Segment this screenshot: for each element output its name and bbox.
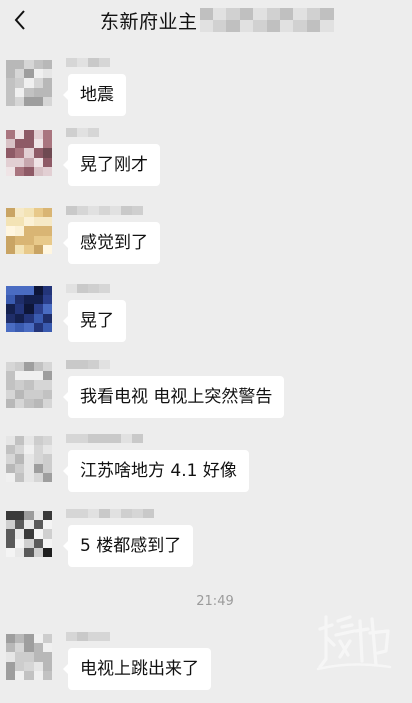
avatar[interactable] bbox=[6, 362, 52, 408]
title-redaction bbox=[199, 8, 334, 32]
chevron-left-icon bbox=[14, 10, 25, 30]
sender-name-redacted bbox=[66, 284, 110, 294]
chao-news-logo-icon bbox=[316, 615, 392, 671]
chat-header: 东新府业主 bbox=[0, 0, 412, 42]
sender-name-redacted bbox=[66, 632, 110, 642]
message-timestamp: 21:49 bbox=[196, 594, 234, 609]
message-bubble[interactable]: 感觉到了 bbox=[63, 222, 160, 264]
chat-title: 东新府业主 bbox=[100, 10, 198, 33]
sender-name-redacted bbox=[66, 434, 143, 444]
sender-name-redacted bbox=[66, 58, 110, 68]
avatar[interactable] bbox=[6, 130, 52, 176]
sender-name-redacted bbox=[66, 509, 154, 519]
message-bubble[interactable]: 江苏啥地方 4.1 好像 bbox=[63, 450, 249, 492]
sender-name-redacted bbox=[66, 360, 110, 370]
message-bubble[interactable]: 5 楼都感到了 bbox=[62, 525, 194, 567]
avatar[interactable] bbox=[6, 286, 52, 332]
avatar[interactable] bbox=[6, 634, 52, 680]
sender-name-redacted bbox=[66, 128, 99, 138]
message-bubble[interactable]: 晃了刚才 bbox=[63, 144, 160, 186]
message-bubble[interactable]: 电视上跳出来了 bbox=[63, 648, 211, 690]
avatar[interactable] bbox=[6, 60, 52, 106]
sender-name-redacted bbox=[66, 206, 143, 216]
avatar[interactable] bbox=[6, 208, 52, 254]
message-bubble[interactable]: 地震 bbox=[63, 74, 126, 116]
message-bubble[interactable]: 晃了 bbox=[63, 300, 126, 342]
avatar[interactable] bbox=[6, 436, 52, 482]
avatar[interactable] bbox=[6, 511, 52, 557]
back-button[interactable] bbox=[6, 4, 34, 36]
message-bubble[interactable]: 我看电视 电视上突然警告 bbox=[62, 376, 285, 418]
